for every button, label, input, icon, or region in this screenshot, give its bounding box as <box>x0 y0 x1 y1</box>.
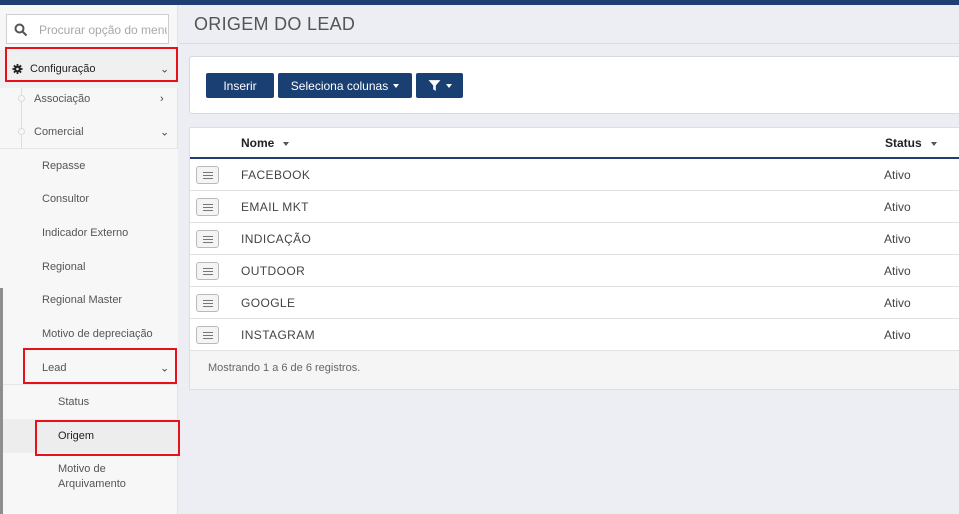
insert-button-label: Inserir <box>223 78 257 93</box>
sidebar-item-label: Configuração <box>30 63 96 75</box>
filter-icon <box>428 80 440 91</box>
data-table: Nome Status FACEBOOK Ativo EMAIL MKT Ati… <box>189 127 959 390</box>
chevron-down-icon: ⌄ <box>160 362 170 374</box>
sidebar-item-indicador-externo[interactable]: Indicador Externo <box>0 216 178 250</box>
column-header-label: Nome <box>241 136 275 150</box>
gear-icon <box>12 63 23 75</box>
table-row[interactable]: INDICAÇÃO Ativo <box>190 223 959 255</box>
sidebar-item-label: Motivo de depreciação <box>42 328 153 340</box>
cell-status: Ativo <box>884 296 911 310</box>
select-columns-label: Seleciona colunas <box>290 78 389 93</box>
sidebar-item-status[interactable]: Status <box>0 385 178 419</box>
sidebar-scroll-edge <box>0 288 3 514</box>
sidebar-item-motivo-arquivamento[interactable]: Motivo de Arquivamento <box>0 457 178 497</box>
table-row[interactable]: FACEBOOK Ativo <box>190 159 959 191</box>
sidebar-item-label: Consultor <box>42 193 90 205</box>
sort-caret-icon <box>283 141 290 146</box>
caret-down-icon <box>445 83 452 88</box>
page-title: ORIGEM DO LEAD <box>194 14 356 34</box>
sidebar-item-comercial[interactable]: Comercial ⌄ <box>0 115 178 149</box>
cell-nome: EMAIL MKT <box>241 200 309 214</box>
title-divider <box>179 43 959 44</box>
filter-button[interactable] <box>416 73 463 98</box>
column-header-nome[interactable]: Nome <box>241 136 290 150</box>
sidebar-item-label: Status <box>58 396 90 408</box>
cell-status: Ativo <box>884 232 911 246</box>
sort-caret-icon <box>930 141 937 146</box>
chevron-right-icon: › <box>160 92 164 105</box>
cell-nome: GOOGLE <box>241 296 296 310</box>
cell-nome: INDICAÇÃO <box>241 232 312 246</box>
cell-status: Ativo <box>884 264 911 278</box>
menu-icon[interactable] <box>196 198 219 216</box>
chevron-down-icon: ⌄ <box>160 126 170 138</box>
menu-icon[interactable] <box>196 230 219 248</box>
table-row[interactable]: GOOGLE Ativo <box>190 287 959 319</box>
table-footer-info: Mostrando 1 a 6 de 6 registros. <box>208 362 361 374</box>
sidebar-item-label: Regional Master <box>42 294 123 306</box>
menu-icon[interactable] <box>196 326 219 344</box>
menu-icon[interactable] <box>196 166 219 184</box>
cell-status: Ativo <box>884 328 911 342</box>
cell-nome: OUTDOOR <box>241 264 306 278</box>
sidebar-item-lead[interactable]: Lead ⌄ <box>0 351 178 385</box>
cell-status: Ativo <box>884 200 911 214</box>
column-header-status[interactable]: Status <box>885 136 937 150</box>
sidebar: Configuração ⌄ Associação › Comercial ⌄ … <box>0 5 178 514</box>
table-row[interactable]: INSTAGRAM Ativo <box>190 319 959 351</box>
sidebar-item-repasse[interactable]: Repasse <box>0 149 178 182</box>
sidebar-item-label: Associação <box>34 92 91 105</box>
sidebar-item-regional[interactable]: Regional <box>0 250 178 283</box>
cell-nome: INSTAGRAM <box>241 328 316 342</box>
sidebar-item-label: Lead <box>42 361 67 374</box>
column-header-label: Status <box>885 136 922 150</box>
sidebar-item-label: Origem <box>58 430 95 442</box>
table-row[interactable]: EMAIL MKT Ativo <box>190 191 959 223</box>
insert-button[interactable]: Inserir <box>206 73 274 98</box>
search-icon <box>14 23 28 37</box>
sidebar-item-motivo-depreciacao[interactable]: Motivo de depreciação <box>0 317 178 351</box>
table-row[interactable]: OUTDOOR Ativo <box>190 255 959 287</box>
sidebar-item-label: Regional <box>42 260 86 273</box>
chevron-down-icon: ⌄ <box>160 63 170 76</box>
sidebar-item-label: Motivo de Arquivamento <box>58 463 126 490</box>
select-columns-button[interactable]: Seleciona colunas <box>278 73 412 98</box>
sidebar-item-label: Indicador Externo <box>42 227 129 239</box>
sidebar-item-label: Comercial <box>34 125 84 138</box>
toolbar: Inserir Seleciona colunas <box>189 56 959 114</box>
cell-status: Ativo <box>884 168 911 182</box>
table-header: Nome Status <box>190 128 959 159</box>
sidebar-item-origem[interactable]: Origem <box>0 419 178 453</box>
sidebar-item-associacao[interactable]: Associação › <box>0 82 178 115</box>
sidebar-item-consultor[interactable]: Consultor <box>0 182 178 216</box>
menu-icon[interactable] <box>196 262 219 280</box>
cell-nome: FACEBOOK <box>241 168 311 182</box>
sidebar-item-regional-master[interactable]: Regional Master <box>0 283 178 317</box>
menu-icon[interactable] <box>196 294 219 312</box>
sidebar-item-label: Repasse <box>42 159 86 172</box>
caret-down-icon <box>393 83 400 88</box>
menu-search-box[interactable] <box>6 14 169 44</box>
menu-search-input[interactable] <box>39 20 167 39</box>
